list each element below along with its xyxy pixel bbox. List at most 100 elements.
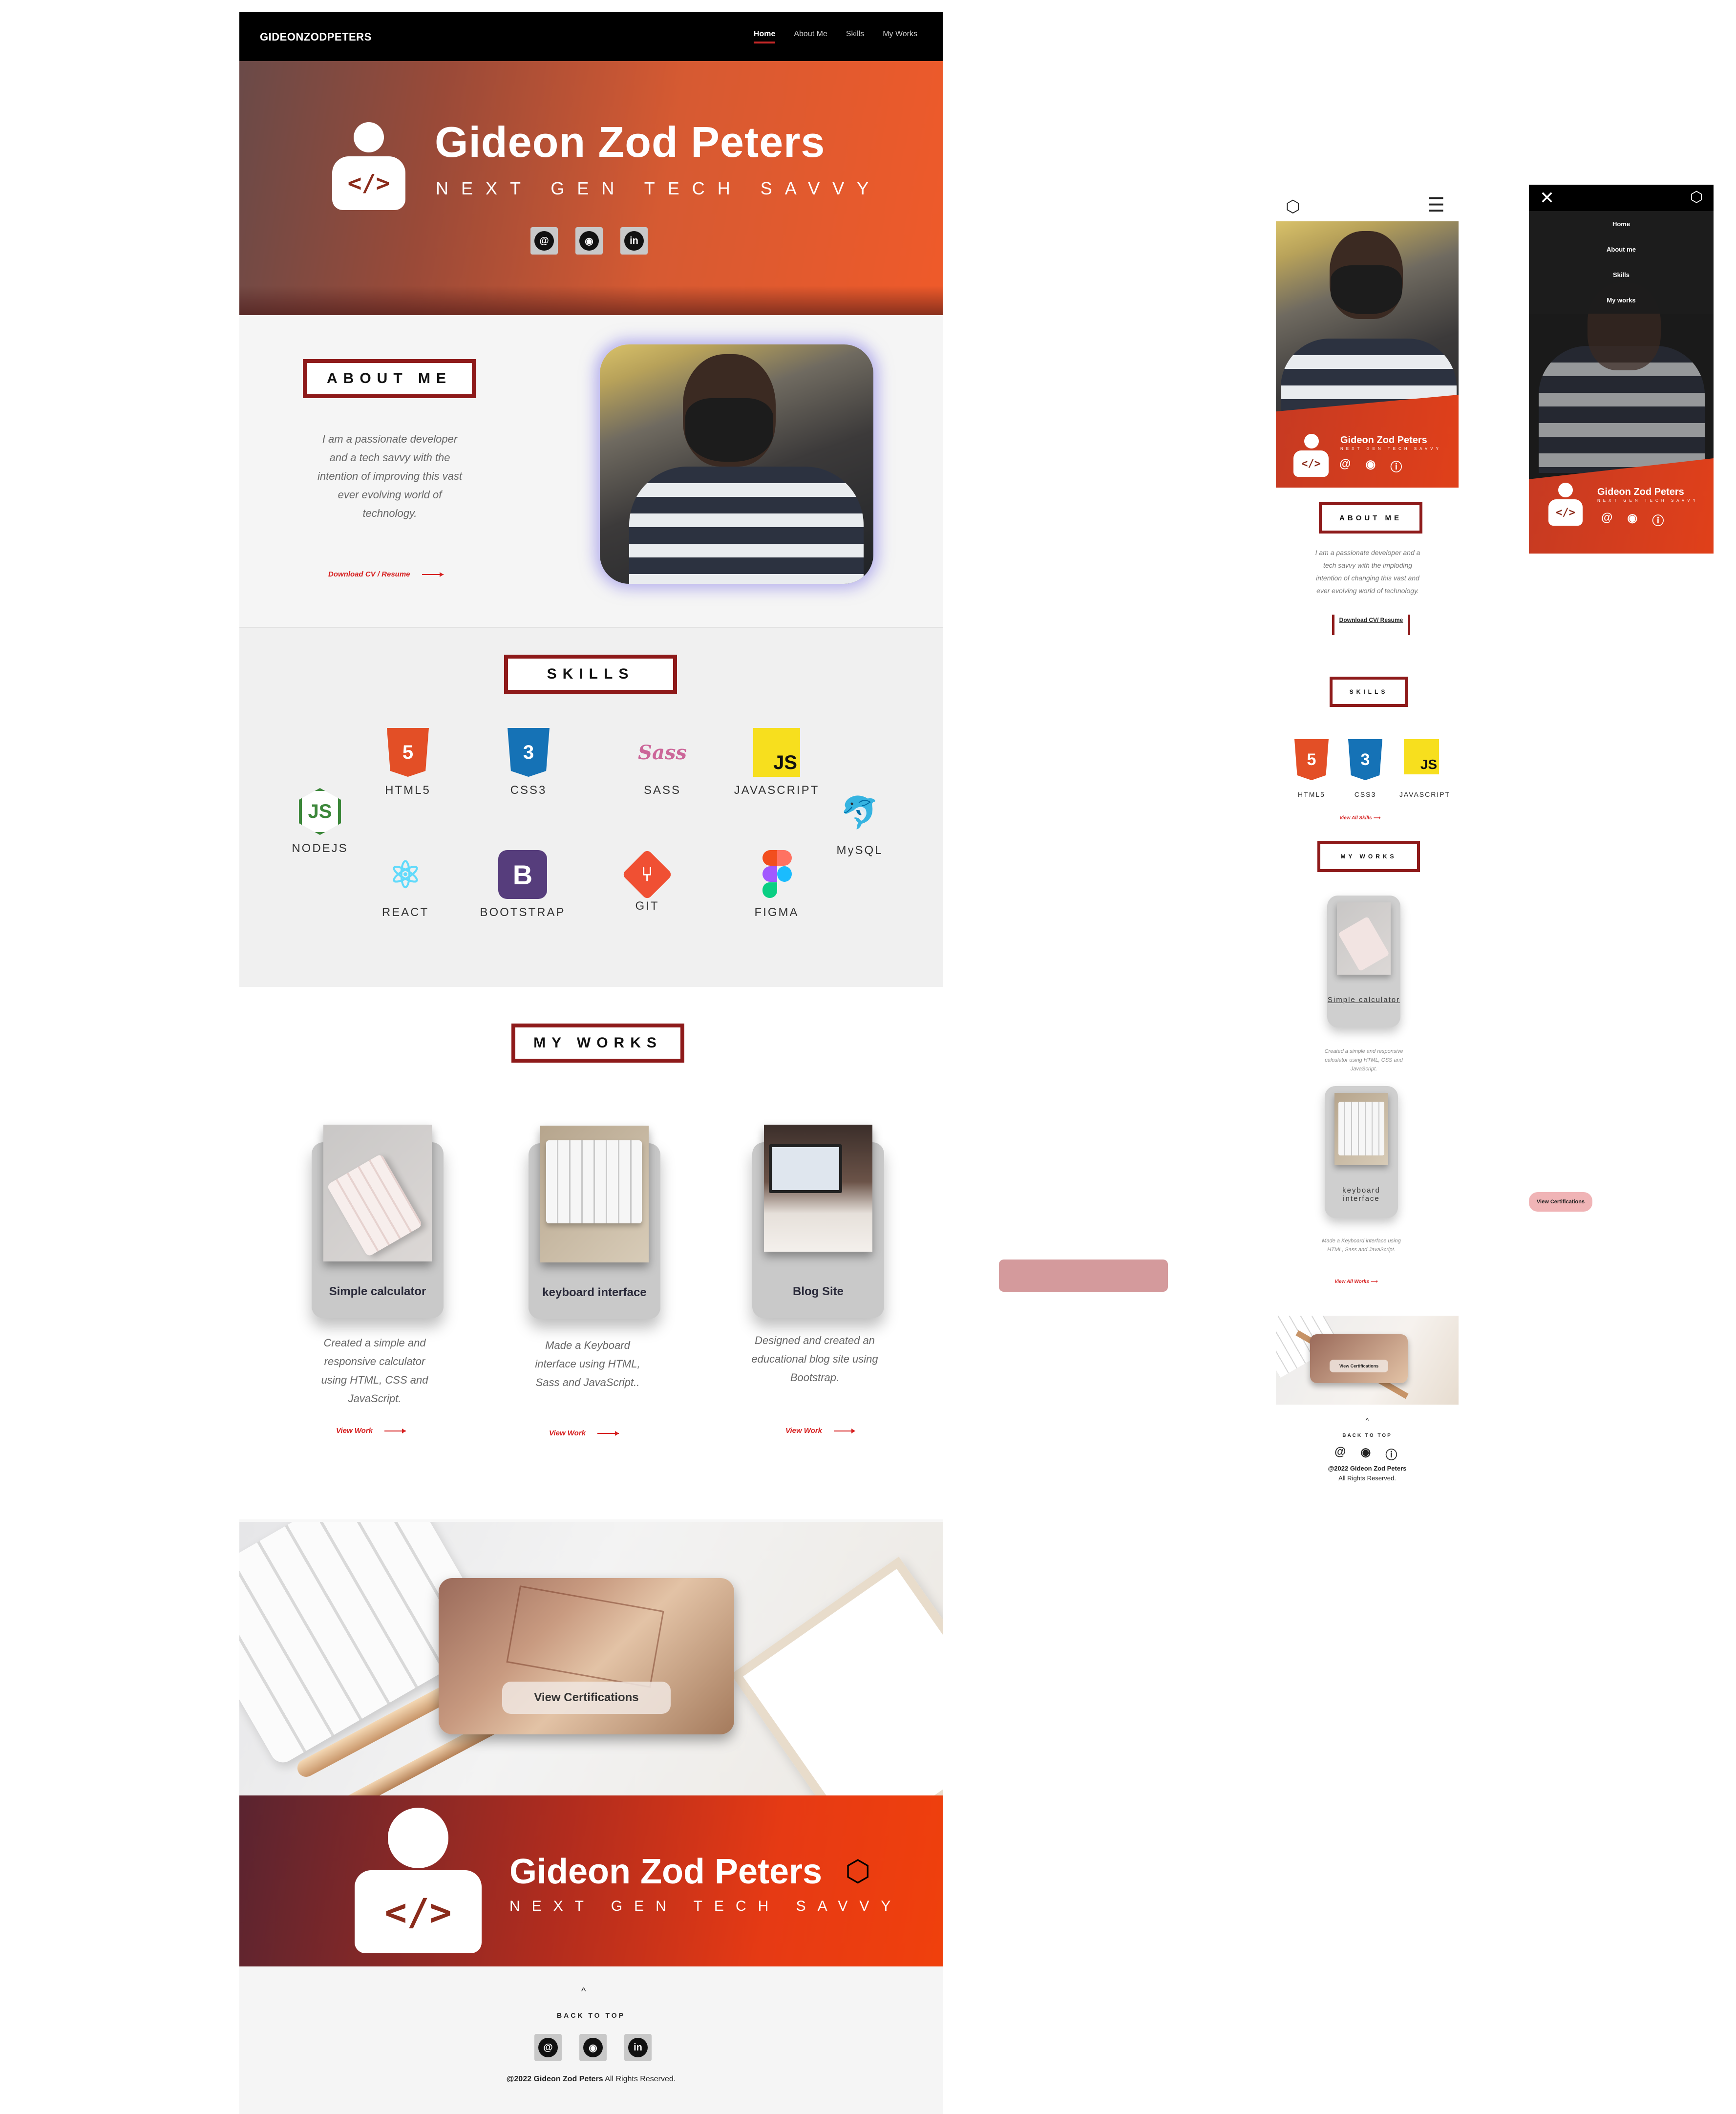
linkedin-icon[interactable]: in <box>620 227 648 255</box>
skill-sass: Sass SASS <box>614 728 711 797</box>
mobile-work-card-calculator[interactable]: Simple calculator <box>1327 896 1400 1027</box>
work-title: keyboard interface <box>1342 1186 1380 1203</box>
git-icon: ⑂ <box>621 849 673 900</box>
blog-image <box>764 1125 872 1252</box>
bootstrap-icon: B <box>498 850 547 899</box>
skill-label: HTML5 <box>1298 790 1325 798</box>
work-title: Simple calculator <box>329 1285 426 1298</box>
email-icon[interactable]: @ <box>1601 511 1612 528</box>
work-card-calculator[interactable]: Simple calculator <box>312 1125 444 1318</box>
mobile-menu-open-view: ✕ ⬡ Home About me Skills My works </> Gi… <box>1529 185 1714 554</box>
mobile-work-card-keyboard[interactable]: keyboard interface <box>1325 1086 1398 1218</box>
mobile-works-heading: MY WORKS <box>1317 841 1420 872</box>
menu-topbar: ✕ ⬡ <box>1529 185 1714 211</box>
hero-banner: </> Gideon Zod Peters NEXT GEN TECH SAVV… <box>239 61 943 315</box>
mobile-hero-name: Gideon Zod Peters <box>1340 435 1427 446</box>
placeholder-bar <box>999 1260 1168 1292</box>
linkedin-icon[interactable]: ⓘ <box>1652 511 1664 528</box>
skills-section: SKILLS 5 HTML5 3 CSS3 Sass SASS JS JAVAS… <box>239 628 943 987</box>
developer-avatar-icon: </> <box>332 122 405 210</box>
github-icon[interactable]: ◉ <box>1360 1445 1371 1462</box>
skill-html5: 5 HTML5 <box>359 728 457 797</box>
github-icon[interactable]: ◉ <box>1627 511 1637 528</box>
github-icon[interactable]: ◉ <box>1365 457 1376 474</box>
work-card-keyboard[interactable]: keyboard interface <box>529 1126 660 1319</box>
certifications-section: View Certifications <box>239 1522 943 1795</box>
back-to-top-link[interactable]: BACK TO TOP <box>239 2011 943 2019</box>
hexagon-logo-icon[interactable]: ⬡ <box>1286 197 1300 216</box>
about-text: I am a passionate developer and a tech s… <box>318 433 462 519</box>
linkedin-icon[interactable]: in <box>624 2034 652 2061</box>
view-certifications-button[interactable]: View Certifications <box>1330 1360 1388 1372</box>
calculator-image <box>1337 902 1391 975</box>
brand-logo-text[interactable]: GIDEONZODPETERS <box>260 31 372 43</box>
arrow-right-icon <box>597 1431 619 1436</box>
hamburger-menu-icon[interactable]: ☰ <box>1427 194 1445 216</box>
mobile-page: ⬡ ☰ </> Gideon Zod Peters NEXT GEN TECH … <box>1276 192 1459 1492</box>
profile-photo <box>600 344 873 584</box>
menu-social-links: @ ◉ ⓘ <box>1601 511 1664 528</box>
css3-icon: 3 <box>1348 739 1382 780</box>
back-to-top-arrow-icon[interactable]: ^ <box>1276 1416 1459 1424</box>
menu-item-works[interactable]: My works <box>1529 287 1714 313</box>
email-icon[interactable]: @ <box>534 2034 562 2061</box>
work-desc: Made a Keyboard interface using HTML, Sa… <box>1322 1238 1401 1253</box>
email-icon[interactable]: @ <box>530 227 558 255</box>
work-desc: Created a simple and responsive calculat… <box>1324 1048 1403 1072</box>
footer-tagline: NEXT GEN TECH SAVVY <box>509 1898 903 1914</box>
skill-bootstrap: B BOOTSTRAP <box>474 850 572 919</box>
work-title: keyboard interface <box>542 1286 647 1299</box>
mobile-download-cv-button[interactable]: Download CV/ Resume <box>1332 615 1410 635</box>
nav-link-about[interactable]: About Me <box>794 30 827 43</box>
footer-name: Gideon Zod Peters <box>509 1852 823 1891</box>
works-section: MY WORKS Simple calculator Created a sim… <box>239 987 943 1519</box>
desktop-page: GIDEONZODPETERS Home About Me Skills My … <box>239 12 943 2114</box>
github-icon[interactable]: ◉ <box>579 2034 607 2061</box>
skill-css3: 3 CSS3 <box>480 728 577 797</box>
view-work-link[interactable]: View Work <box>785 1427 856 1435</box>
developer-avatar-icon: </> <box>1548 483 1583 527</box>
view-certifications-button[interactable]: View Certifications <box>1529 1192 1592 1212</box>
linkedin-icon[interactable]: ⓘ <box>1390 457 1402 474</box>
about-heading: ABOUT ME <box>303 359 476 398</box>
back-to-top-link[interactable]: BACK TO TOP <box>1276 1433 1459 1438</box>
keyboard-image <box>540 1126 649 1262</box>
menu-item-home[interactable]: Home <box>1529 211 1714 236</box>
download-cv-link[interactable]: Download CV / Resume <box>328 570 444 578</box>
mysql-dolphin-icon: 🐬 <box>840 794 879 830</box>
nav-link-skills[interactable]: Skills <box>846 30 864 43</box>
skill-mysql: 🐬 MySQL <box>811 788 909 857</box>
mobile-nav-menu: Home About me Skills My works <box>1529 211 1714 314</box>
skill-javascript: JS JAVASCRIPT <box>728 728 826 797</box>
view-certifications-button[interactable]: View Certifications <box>502 1682 671 1714</box>
menu-item-about[interactable]: About me <box>1529 236 1714 262</box>
copyright: @2022 Gideon Zod Peters All Rights Reser… <box>506 2075 676 2083</box>
linkedin-icon[interactable]: ⓘ <box>1385 1445 1397 1462</box>
mobile-footer-socials: @ ◉ ⓘ <box>1334 1445 1397 1462</box>
email-icon[interactable]: @ <box>1339 457 1351 474</box>
skill-label: CSS3 <box>1354 790 1376 798</box>
html5-icon: 5 <box>1294 739 1329 780</box>
view-work-link[interactable]: View Work <box>549 1429 619 1437</box>
page-footer: ^ BACK TO TOP @ ◉ in @2022 Gideon Zod Pe… <box>239 1966 943 2114</box>
view-all-works-link[interactable]: View All Works ⟶ <box>1334 1279 1377 1284</box>
email-icon[interactable]: @ <box>1334 1445 1346 1462</box>
work-card-blog[interactable]: Blog Site <box>752 1125 884 1318</box>
view-work-link[interactable]: View Work <box>336 1427 406 1435</box>
github-icon[interactable]: ◉ <box>575 227 603 255</box>
menu-item-skills[interactable]: Skills <box>1529 262 1714 287</box>
developer-avatar-icon: </> <box>1293 434 1329 478</box>
css3-icon: 3 <box>508 728 550 777</box>
back-to-top-arrow-icon[interactable]: ^ <box>581 1986 586 1997</box>
close-icon[interactable]: ✕ <box>1540 188 1554 208</box>
mobile-about-text: I am a passionate developer and a tech s… <box>1315 549 1420 595</box>
hexagon-logo-icon[interactable]: ⬡ <box>1690 189 1703 206</box>
mobile-topbar: ⬡ ☰ <box>1276 192 1459 221</box>
calculator-image <box>323 1125 432 1261</box>
work-desc: Designed and created an educational blog… <box>751 1334 878 1384</box>
about-section: ABOUT ME I am a passionate developer and… <box>239 315 943 628</box>
view-all-skills-link[interactable]: View All Skills ⟶ <box>1339 815 1380 821</box>
nav-link-home[interactable]: Home <box>753 30 776 43</box>
nav-link-works[interactable]: My Works <box>883 30 917 43</box>
work-title: Simple calculator <box>1327 996 1400 1004</box>
